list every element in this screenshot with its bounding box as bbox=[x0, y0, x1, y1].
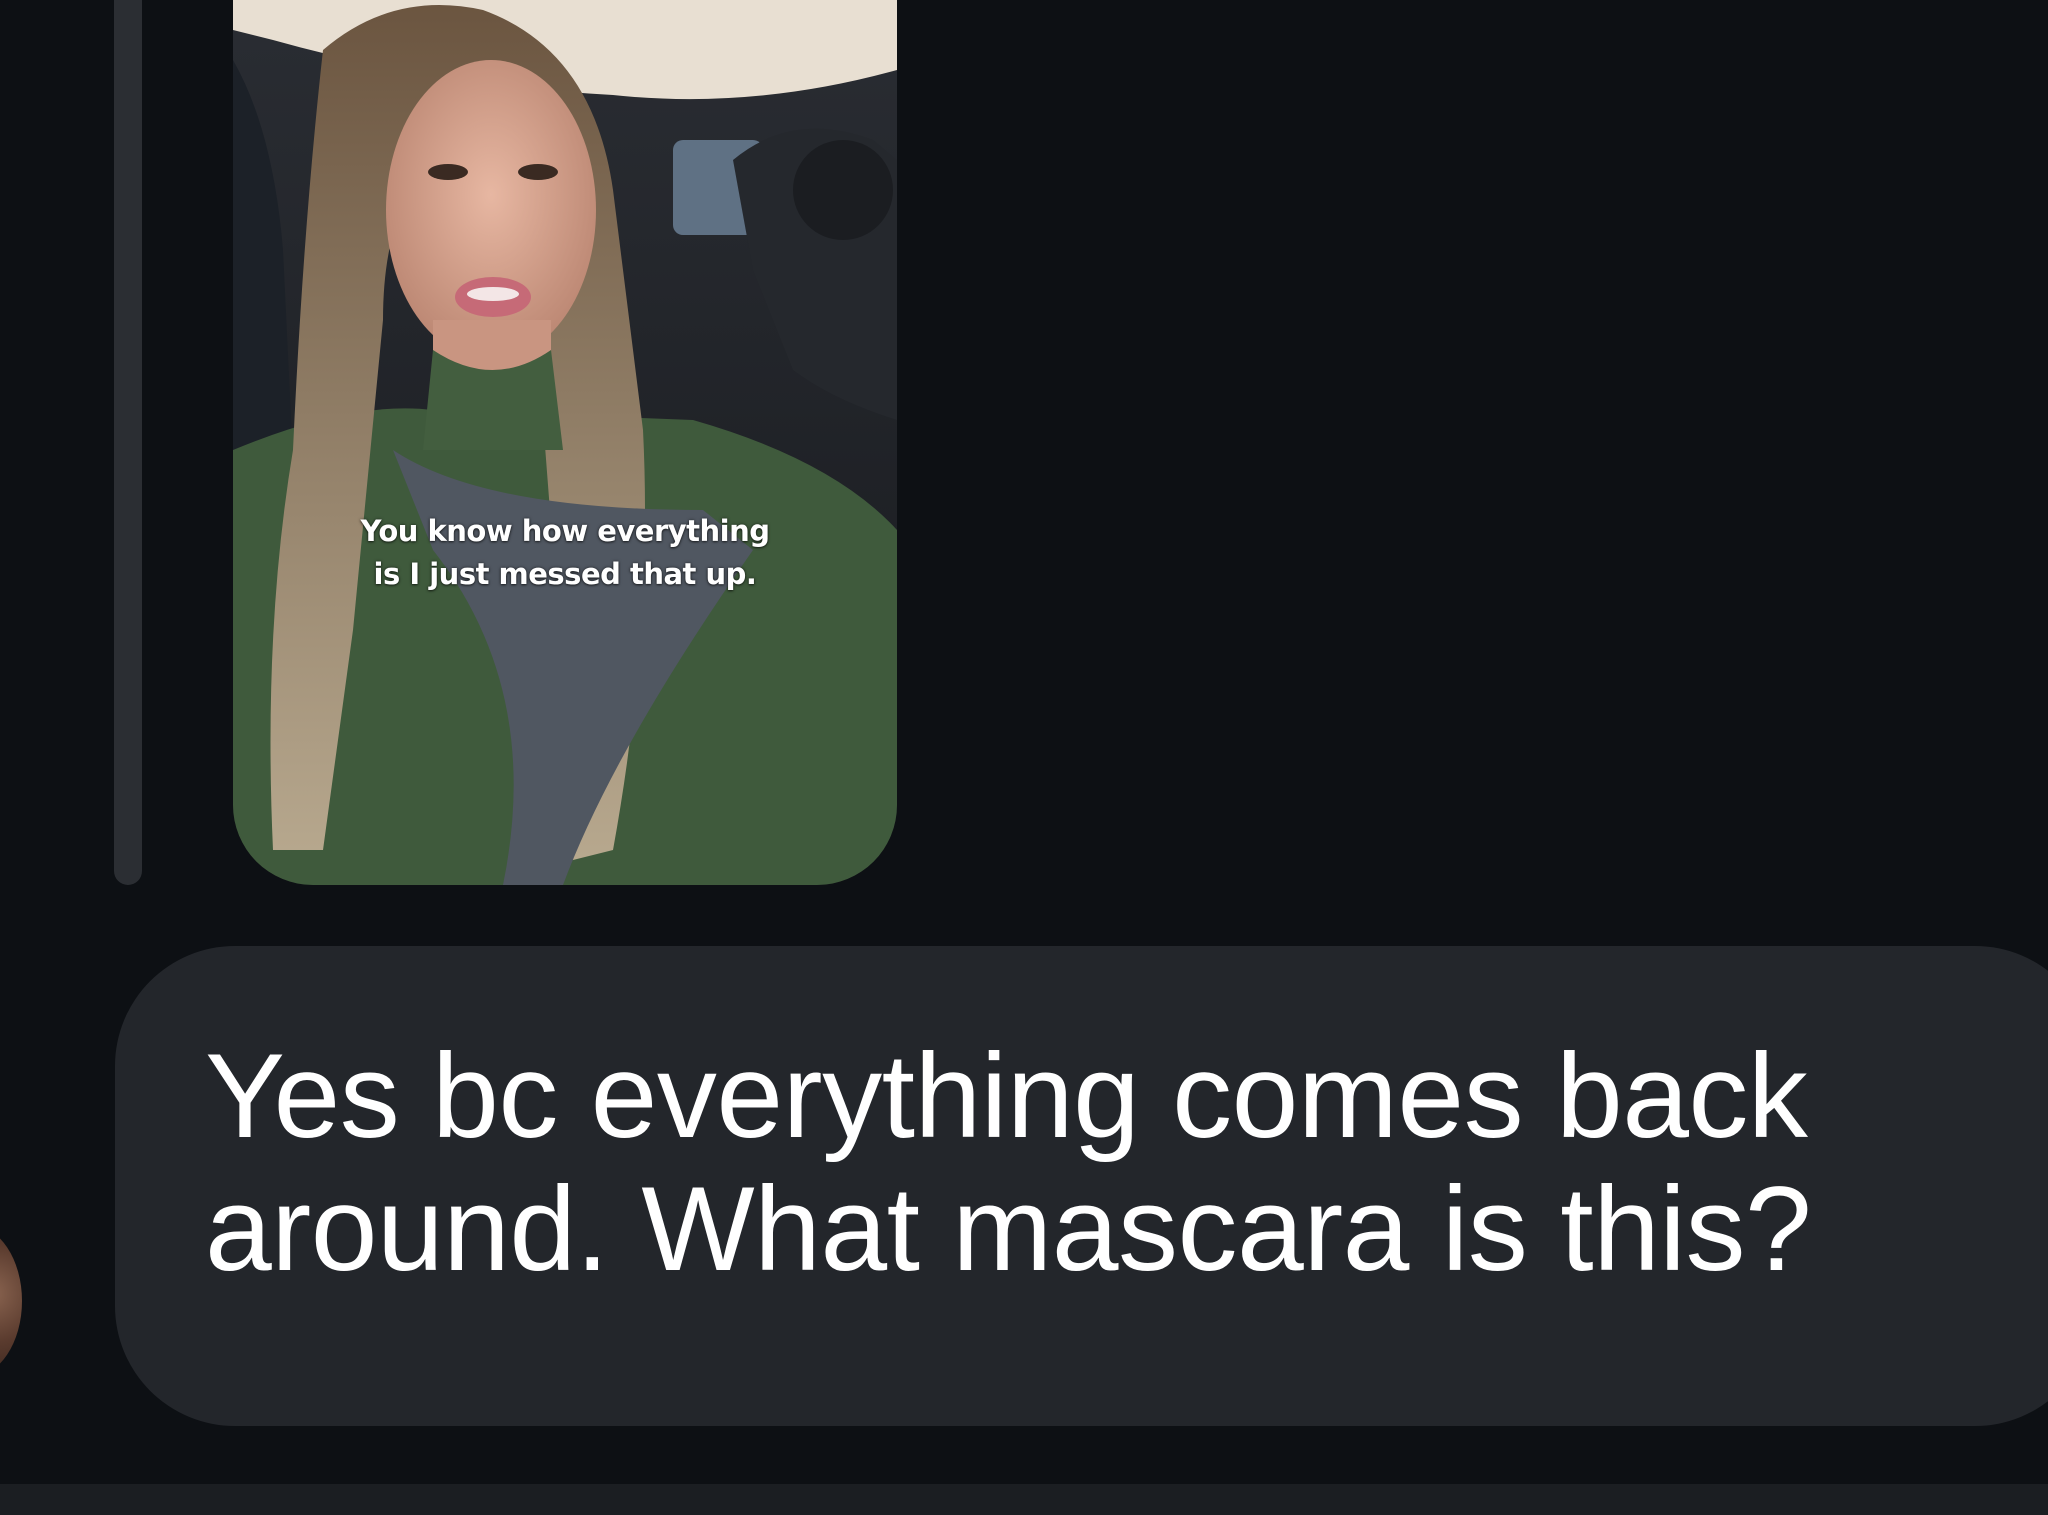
bottom-divider bbox=[0, 1484, 2048, 1515]
story-reply-thumbnail[interactable]: You know how everything is I just messed… bbox=[233, 0, 897, 885]
story-caption-line-1: You know how everything bbox=[360, 514, 771, 548]
message-text: Yes bc everything comes back around. Wha… bbox=[205, 1029, 1841, 1296]
story-photo bbox=[233, 0, 897, 885]
story-caption-line-2: is I just messed that up. bbox=[373, 557, 757, 591]
reply-indicator-bar bbox=[114, 0, 142, 885]
story-caption: You know how everything is I just messed… bbox=[233, 510, 897, 596]
avatar[interactable] bbox=[0, 1225, 22, 1377]
